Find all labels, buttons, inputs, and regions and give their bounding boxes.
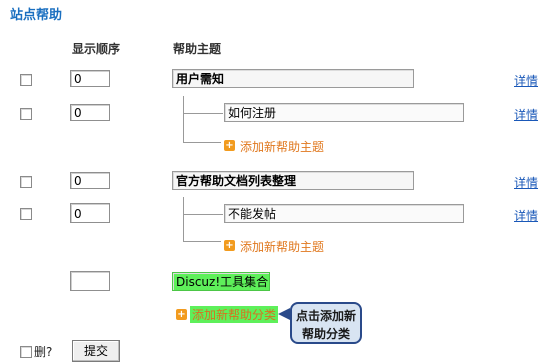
detail-link[interactable]: 详情 (514, 174, 538, 191)
tree-line (183, 96, 184, 142)
page-title: 站点帮助 (10, 8, 63, 23)
tree-line (183, 241, 221, 242)
row-checkbox[interactable] (20, 176, 32, 188)
tree-line (183, 113, 223, 114)
tree-line (183, 142, 221, 143)
delete-checkbox[interactable] (20, 346, 32, 358)
topic-input[interactable]: 如何注册 (224, 103, 464, 122)
row-checkbox[interactable] (20, 108, 32, 120)
add-category-link[interactable]: 添加新帮助分类 (190, 306, 279, 323)
detail-link[interactable]: 详情 (514, 72, 538, 89)
plus-icon[interactable]: + (224, 140, 235, 151)
tree-line (183, 197, 184, 241)
callout-line: 帮助分类 (301, 327, 350, 341)
topic-input[interactable]: 不能发帖 (224, 204, 464, 223)
tree-line (183, 214, 223, 215)
plus-icon[interactable]: + (224, 240, 235, 251)
row-checkbox[interactable] (20, 74, 32, 86)
topic-input[interactable]: Discuz!工具集合 (172, 272, 270, 291)
delete-label: 删? (34, 345, 53, 359)
add-topic-link[interactable]: 添加新帮助主题 (240, 138, 324, 155)
detail-link[interactable]: 详情 (514, 207, 538, 224)
order-input[interactable]: 0 (70, 70, 110, 87)
callout-line: 点击添加新 (295, 309, 356, 323)
detail-link[interactable]: 详情 (514, 106, 538, 123)
order-input[interactable]: 0 (70, 203, 110, 223)
callout-pointer (278, 308, 290, 320)
order-input[interactable] (70, 271, 110, 291)
order-input[interactable]: 0 (70, 172, 110, 189)
plus-icon[interactable]: + (176, 309, 187, 320)
column-header-topic: 帮助主题 (173, 42, 222, 56)
order-input[interactable]: 0 (70, 104, 110, 121)
submit-button[interactable]: 提交 (72, 340, 120, 362)
topic-input[interactable]: 官方帮助文档列表整理 (172, 171, 414, 190)
callout-tooltip: 点击添加新 帮助分类 (290, 302, 362, 344)
row-checkbox[interactable] (20, 208, 32, 220)
add-topic-link[interactable]: 添加新帮助主题 (240, 238, 324, 255)
column-header-order: 显示顺序 (72, 42, 121, 56)
topic-input[interactable]: 用户需知 (172, 69, 414, 88)
